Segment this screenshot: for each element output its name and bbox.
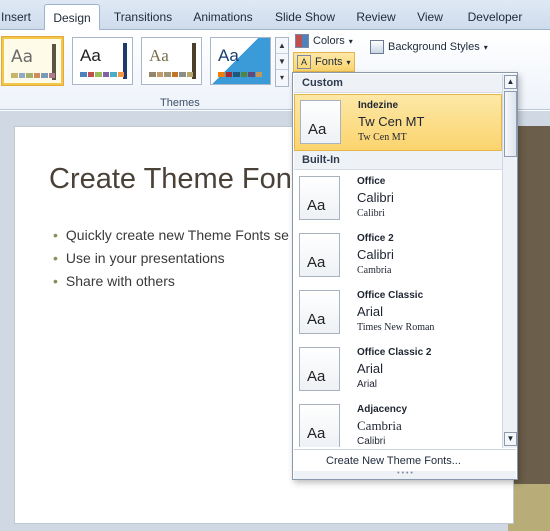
chevron-down-icon: ▾ [348, 36, 353, 46]
font-option-heading: Arial [357, 304, 384, 319]
scroll-up-icon[interactable]: ▲ [504, 75, 517, 89]
font-preview-aa: Aa [307, 311, 326, 328]
tab-slide-show[interactable]: Slide Show [270, 6, 340, 30]
tab-transitions[interactable]: Transitions [108, 6, 178, 30]
font-preview-thumb: Aa [299, 347, 340, 391]
font-option-adjacency[interactable]: Aa Adjacency Cambria Calibri [294, 399, 502, 447]
theme-thumbnail[interactable]: Aa [2, 37, 63, 85]
font-option-heading: Arial [357, 361, 384, 376]
fonts-button[interactable]: A Fonts ▾ [293, 52, 355, 72]
font-option-body: Calibri [357, 208, 385, 219]
font-option-name: Office Classic [357, 290, 424, 301]
built-in-section-header: Built-In [294, 151, 502, 170]
font-option-body: Calibri [357, 436, 386, 447]
theme-thumbnail[interactable]: Aa [141, 37, 202, 85]
font-preview-aa: Aa [307, 197, 326, 214]
resize-grip-icon[interactable]: • • • • [294, 470, 516, 479]
font-option-heading: Calibri [357, 247, 394, 262]
font-option-name: Indezine [358, 100, 399, 111]
chevron-down-icon: ▾ [346, 57, 351, 67]
custom-section-header: Custom [294, 74, 502, 93]
font-preview-thumb: Aa [299, 176, 340, 220]
font-option-office-2[interactable]: Aa Office 2 Calibri Cambria [294, 228, 502, 285]
font-option-name: Office 2 [357, 233, 394, 244]
font-preview-aa: Aa [307, 425, 326, 442]
slide-border-band-lower [508, 484, 550, 531]
font-preview-aa: Aa [307, 368, 326, 385]
font-option-name: Office [357, 176, 386, 187]
ribbon-tab-bar: Insert Design Transitions Animations Sli… [0, 0, 550, 31]
theme-thumb-label: Aa [80, 46, 101, 65]
fonts-dropdown: Custom Aa Indezine Tw Cen MT Tw Cen MT B… [292, 72, 518, 480]
font-option-office[interactable]: Aa Office Calibri Calibri [294, 171, 502, 228]
theme-thumb-label: Aa [11, 47, 34, 67]
tab-design[interactable]: Design [44, 4, 100, 31]
font-preview-aa: Aa [307, 254, 326, 271]
font-option-body: Tw Cen MT [358, 132, 407, 143]
font-option-name: Adjacency [357, 404, 408, 415]
font-option-name: Office Classic 2 [357, 347, 432, 358]
theme-thumb-label: Aa [149, 46, 169, 65]
font-preview-aa: Aa [308, 121, 327, 138]
font-option-body: Cambria [357, 265, 392, 276]
font-option-body: Times New Roman [357, 322, 435, 333]
background-styles-button[interactable]: Background Styles ▾ [370, 40, 488, 54]
font-option-body: Arial [357, 379, 378, 390]
font-preview-thumb: Aa [299, 290, 340, 334]
bullet-item: Share with others [53, 273, 289, 289]
fonts-icon: A [297, 55, 311, 69]
font-option-heading: Tw Cen MT [358, 114, 425, 129]
scroll-up-icon[interactable]: ▲ [276, 38, 288, 54]
tab-review[interactable]: Review [350, 6, 402, 30]
fonts-label: Fonts [315, 56, 343, 68]
colors-button[interactable]: Colors ▾ [295, 34, 353, 48]
create-new-theme-fonts-button[interactable]: Create New Theme Fonts... [294, 449, 516, 471]
chevron-down-icon: ▾ [483, 42, 488, 52]
theme-thumbnail[interactable]: Aa [72, 37, 133, 85]
themes-group-label: Themes [160, 97, 200, 109]
font-preview-thumb: Aa [299, 404, 340, 447]
slide-title[interactable]: Create Theme Fonts [49, 163, 314, 196]
colors-icon [295, 34, 309, 48]
font-preview-thumb: Aa [299, 233, 340, 277]
font-option-heading: Calibri [357, 190, 394, 205]
bullet-item: Use in your presentations [53, 250, 289, 266]
font-option-office-classic-2[interactable]: Aa Office Classic 2 Arial Arial [294, 342, 502, 399]
theme-swatches [80, 72, 124, 77]
bullet-item: Quickly create new Theme Fonts se [53, 227, 289, 243]
fonts-dropdown-scrollbar[interactable]: ▲ ▼ [502, 74, 517, 448]
background-styles-icon [370, 40, 384, 54]
theme-swatches [11, 73, 55, 78]
background-styles-label: Background Styles [388, 41, 480, 53]
tab-view[interactable]: View [410, 6, 450, 30]
theme-swatches [218, 72, 262, 77]
gallery-more-icon[interactable]: ▾ [276, 70, 288, 86]
slide-bullet-list[interactable]: Quickly create new Theme Fonts se Use in… [53, 227, 289, 296]
font-preview-thumb: Aa [300, 100, 341, 144]
tab-developer[interactable]: Developer [462, 6, 528, 30]
theme-gallery-scroll[interactable]: ▲ ▼ ▾ [275, 37, 289, 87]
theme-thumbnail[interactable]: Aa [210, 37, 271, 85]
theme-swatches [149, 72, 193, 77]
tab-insert[interactable]: Insert [0, 6, 34, 30]
scroll-down-icon[interactable]: ▼ [504, 432, 517, 446]
tab-animations[interactable]: Animations [188, 6, 258, 30]
font-option-indezine[interactable]: Aa Indezine Tw Cen MT Tw Cen MT [294, 94, 502, 151]
scroll-down-icon[interactable]: ▼ [276, 54, 288, 70]
theme-thumb-label: Aa [218, 46, 239, 65]
font-option-heading: Cambria [357, 418, 402, 433]
font-option-office-classic[interactable]: Aa Office Classic Arial Times New Roman [294, 285, 502, 342]
scrollbar-thumb[interactable] [504, 91, 517, 157]
colors-label: Colors [313, 35, 345, 47]
